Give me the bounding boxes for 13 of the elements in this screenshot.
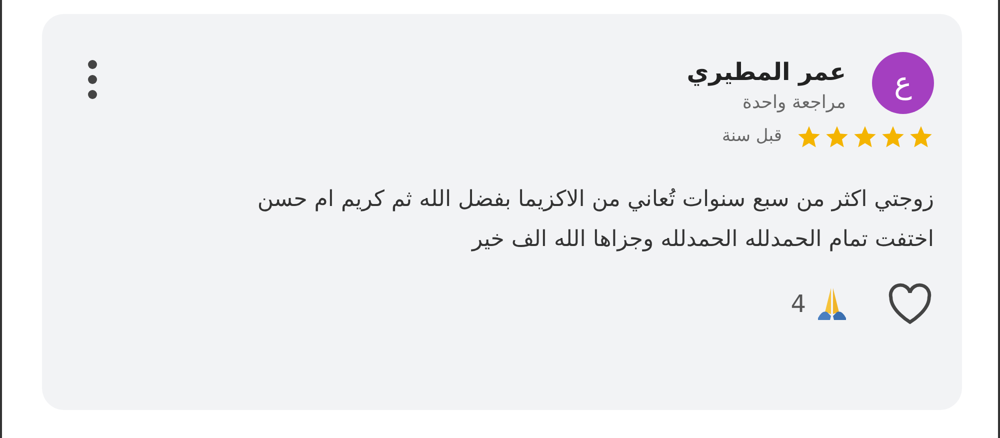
- review-count: مراجعة واحدة: [742, 91, 846, 115]
- star-icon: [824, 124, 850, 150]
- review-time: قبل سنة: [722, 125, 782, 148]
- star-icon: [852, 124, 878, 150]
- star-icon: [908, 124, 934, 150]
- avatar: ع: [872, 52, 934, 114]
- reaction-count: 4: [790, 289, 806, 320]
- review-text: زوجتي اكثر من سبع سنوات تُعاني من الاكزيما بفضل الله ثم كريم ام حسن اختفت تمام الحمدلله الحمدلله وجزاها الله الف خير: [256, 186, 934, 254]
- like-button[interactable]: [886, 282, 934, 326]
- more-options-icon[interactable]: [86, 58, 99, 101]
- star-icon: [796, 124, 822, 150]
- star-icon: [880, 124, 906, 150]
- author-name: عمر المطيري: [686, 57, 846, 88]
